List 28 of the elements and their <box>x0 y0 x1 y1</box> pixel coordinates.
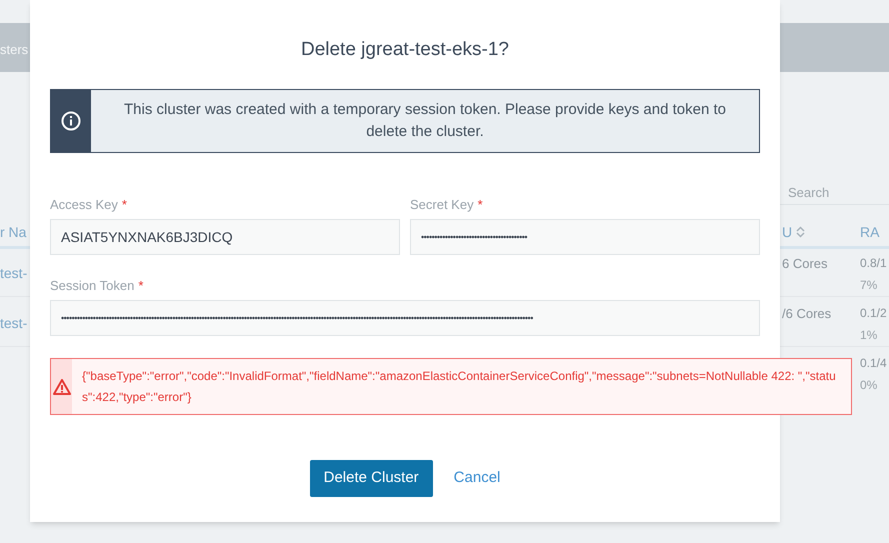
input-field[interactable]: ASIAT5YNXNAK6BJ3DICQ <box>50 219 400 255</box>
table-cell-text: /6 Cores <box>782 305 832 323</box>
cluster-link[interactable]: test- <box>0 313 28 334</box>
table-cell-text: 0.1/2 <box>860 305 887 322</box>
column-header[interactable]: U <box>782 222 792 243</box>
dialog-title: Delete jgreat-test-eks-1? <box>300 38 510 62</box>
table-cell-text: 0.8/1 <box>860 255 887 272</box>
cluster-link[interactable]: test- <box>0 263 28 284</box>
error-message: {"baseType":"error","code":"InvalidFormat","fieldName":"amazonElasticContainerServiceConfig","message":"subnets=NotNullable 422: ","status":422,"type":"error"} <box>81 368 837 406</box>
table-cell-text: 0.1/4 <box>860 355 887 372</box>
warning-icon <box>52 378 70 394</box>
table-cell-text: 0% <box>860 377 878 394</box>
info-message: This cluster was created with a temporary session token. Please provide keys and token to delete the cluster. <box>123 100 727 142</box>
field-label: Session Token * <box>50 278 144 294</box>
password-field[interactable]: •••••••••••••••••••••••••••••••••••••••• <box>410 219 760 255</box>
info-icon <box>61 111 81 131</box>
column-header[interactable]: r Na <box>0 222 26 243</box>
table-cell-text: 7% <box>860 277 878 294</box>
password-field[interactable]: •••••••••••••••••••••••••••••••••••••••••••••••••••••••••••••••••••••••••••••••••••••••••••••••••••••••••••••••••••••••••••••••••••••••••••••••••••••••••••••••••••••••••••••••••• <box>50 300 760 336</box>
table-cell-text: 6 Cores <box>782 255 828 273</box>
table-cell-text: 1% <box>860 327 878 344</box>
breadcrumb-link[interactable]: sters <box>0 40 28 60</box>
cancel-link[interactable]: Cancel <box>454 460 500 497</box>
sort-icon[interactable] <box>796 226 805 238</box>
field-label: Access Key * <box>50 197 128 213</box>
column-header[interactable]: RA <box>860 222 880 243</box>
field-label: Secret Key * <box>410 197 484 213</box>
delete-button[interactable]: Delete Cluster <box>310 460 433 497</box>
